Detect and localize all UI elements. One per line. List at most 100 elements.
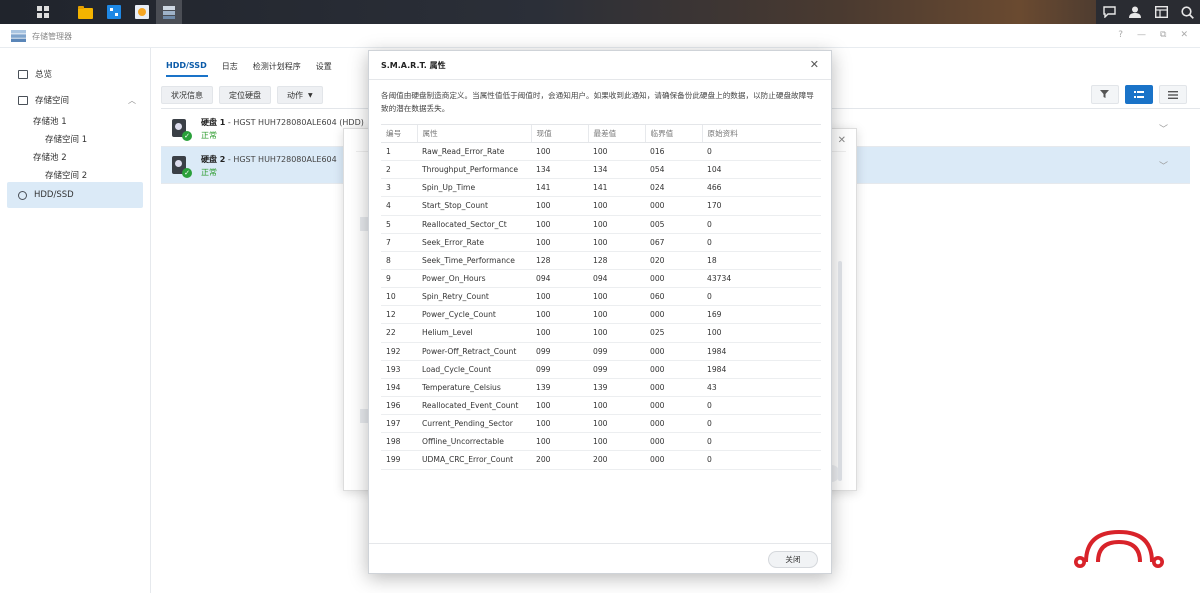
table-cell: 22 xyxy=(381,323,417,343)
compact-view-button[interactable] xyxy=(1159,85,1187,104)
sidebar-item-volume-2[interactable]: 存储空间 2 xyxy=(45,169,87,181)
widgets-icon[interactable] xyxy=(1148,0,1174,24)
menu-lines-icon xyxy=(1168,90,1178,99)
chevron-down-icon[interactable]: ﹀ xyxy=(1159,122,1168,135)
scrollbar[interactable] xyxy=(838,261,842,481)
sidebar-item-hdd-ssd[interactable]: HDD/SSD xyxy=(7,182,143,208)
table-cell: 43734 xyxy=(702,269,821,289)
table-cell: 139 xyxy=(588,378,645,397)
table-cell: 000 xyxy=(645,432,702,452)
table-cell: Spin_Up_Time xyxy=(417,178,531,198)
column-header[interactable]: 最差值 xyxy=(587,124,645,143)
sidebar-item-pool-1[interactable]: 存储池 1 xyxy=(33,115,67,127)
tab-settings[interactable]: 设置 xyxy=(316,61,332,72)
help-button[interactable]: ? xyxy=(1118,30,1123,40)
sidebar-item-label: 存储池 2 xyxy=(33,153,67,163)
table-cell: 10 xyxy=(381,287,417,307)
column-header[interactable]: 属性 xyxy=(416,124,531,143)
tab-log[interactable]: 日志 xyxy=(222,61,238,72)
chevron-up-icon: ︿ xyxy=(128,95,136,105)
table-cell: 197 xyxy=(381,414,417,434)
main-menu-grid-icon[interactable] xyxy=(28,0,58,24)
table-cell: 12 xyxy=(381,305,417,325)
photo-app-icon[interactable] xyxy=(129,0,155,24)
table-cell: 060 xyxy=(645,287,702,307)
control-panel-icon[interactable] xyxy=(101,0,127,24)
table-cell: 100 xyxy=(588,432,645,452)
tab-test-scheduler[interactable]: 检测计划程序 xyxy=(253,61,301,72)
table-cell: 192 xyxy=(381,342,417,361)
table-cell: 000 xyxy=(645,342,702,361)
disk-model: - HGST HUH728080ALE604 (HDD) xyxy=(225,118,364,127)
table-cell: 016 xyxy=(645,142,702,162)
table-cell: 100 xyxy=(702,323,821,343)
hdd-icon xyxy=(18,190,27,200)
table-cell: Reallocated_Event_Count xyxy=(417,396,531,416)
table-cell: 000 xyxy=(645,196,702,216)
table-row: 192 Power-Off_Retract_Count 099 099 000 1984 xyxy=(381,342,821,361)
dialog-divider xyxy=(369,79,831,80)
sidebar-item-volume-1[interactable]: 存储空间 1 xyxy=(45,133,87,145)
table-cell: 100 xyxy=(588,396,645,416)
sidebar-item-overview[interactable]: 总览 xyxy=(18,68,52,80)
chat-icon[interactable] xyxy=(1096,0,1122,24)
column-header[interactable]: 编号 xyxy=(381,124,417,143)
table-cell: 099 xyxy=(588,360,645,379)
table-cell: 2 xyxy=(381,160,417,180)
file-station-icon[interactable] xyxy=(72,0,98,24)
table-row: 194 Temperature_Celsius 139 139 000 43 xyxy=(381,378,821,397)
caret-down-icon: ▼ xyxy=(308,91,313,99)
overview-icon xyxy=(18,69,28,79)
table-cell: 100 xyxy=(531,196,588,216)
bg-dialog-close-icon[interactable]: ✕ xyxy=(838,135,846,146)
user-icon[interactable] xyxy=(1122,0,1148,24)
disk-label: 硬盘 2 xyxy=(201,155,226,164)
maximize-button[interactable]: ⧉ xyxy=(1160,30,1166,40)
action-dropdown-button[interactable]: 动作 ▼ xyxy=(277,86,323,104)
column-header[interactable]: 现值 xyxy=(530,124,588,143)
column-header[interactable]: 原始资料 xyxy=(701,124,821,143)
status-info-button[interactable]: 状况信息 xyxy=(161,86,213,104)
table-cell: Current_Pending_Sector xyxy=(417,414,531,434)
table-cell: 100 xyxy=(588,233,645,252)
list-view-button[interactable] xyxy=(1125,85,1153,104)
table-cell: 0 xyxy=(702,396,821,416)
table-cell: UDMA_CRC_Error_Count xyxy=(417,450,531,470)
sidebar-item-storage[interactable]: 存储空间 ︿ xyxy=(18,94,136,106)
table-row: 4 Start_Stop_Count 100 100 000 170 xyxy=(381,196,821,216)
table-cell: 141 xyxy=(588,178,645,198)
table-cell: Seek_Error_Rate xyxy=(417,233,531,252)
table-cell: 100 xyxy=(531,396,588,416)
table-cell: 000 xyxy=(645,450,702,470)
table-cell: 200 xyxy=(531,450,588,470)
table-cell: 024 xyxy=(645,178,702,198)
table-cell: 100 xyxy=(531,287,588,307)
smart-table: 编号 属性 现值 最差值 临界值 原始资料 1 Raw_Read_Error_Rate 100… xyxy=(381,124,821,470)
storage-manager-taskbar-icon[interactable] xyxy=(156,0,182,24)
filter-button[interactable] xyxy=(1091,85,1119,104)
chevron-down-icon[interactable]: ﹀ xyxy=(1159,159,1168,172)
table-row: 5 Reallocated_Sector_Ct 100 100 005 0 xyxy=(381,215,821,234)
table-cell: 170 xyxy=(702,196,821,216)
table-cell: 100 xyxy=(588,414,645,434)
table-cell: Reallocated_Sector_Ct xyxy=(417,215,531,234)
locate-drive-button[interactable]: 定位硬盘 xyxy=(219,86,271,104)
search-icon[interactable] xyxy=(1174,0,1200,24)
column-header[interactable]: 临界值 xyxy=(644,124,702,143)
table-cell: Power_Cycle_Count xyxy=(417,305,531,325)
table-cell: 0 xyxy=(702,414,821,434)
table-cell: 099 xyxy=(531,360,588,379)
sidebar-item-pool-2[interactable]: 存储池 2 xyxy=(33,151,67,163)
disk-name: 硬盘 1 - HGST HUH728080ALE604 (HDD) xyxy=(201,117,364,128)
table-row: 7 Seek_Error_Rate 100 100 067 0 xyxy=(381,233,821,252)
smart-table-container: 编号 属性 现值 最差值 临界值 原始资料 1 Raw_Read_Error_Rate 100… xyxy=(381,124,821,541)
table-cell: 104 xyxy=(702,160,821,180)
close-button[interactable]: 关闭 xyxy=(768,551,818,568)
table-cell: Spin_Retry_Count xyxy=(417,287,531,307)
table-row: 22 Helium_Level 100 100 025 100 xyxy=(381,323,821,343)
close-icon[interactable]: ✕ xyxy=(810,58,819,71)
tab-hdd-ssd[interactable]: HDD/SSD xyxy=(166,61,207,72)
table-cell: 1984 xyxy=(702,342,821,361)
minimize-button[interactable]: — xyxy=(1137,30,1146,40)
close-window-button[interactable]: ✕ xyxy=(1180,30,1188,40)
